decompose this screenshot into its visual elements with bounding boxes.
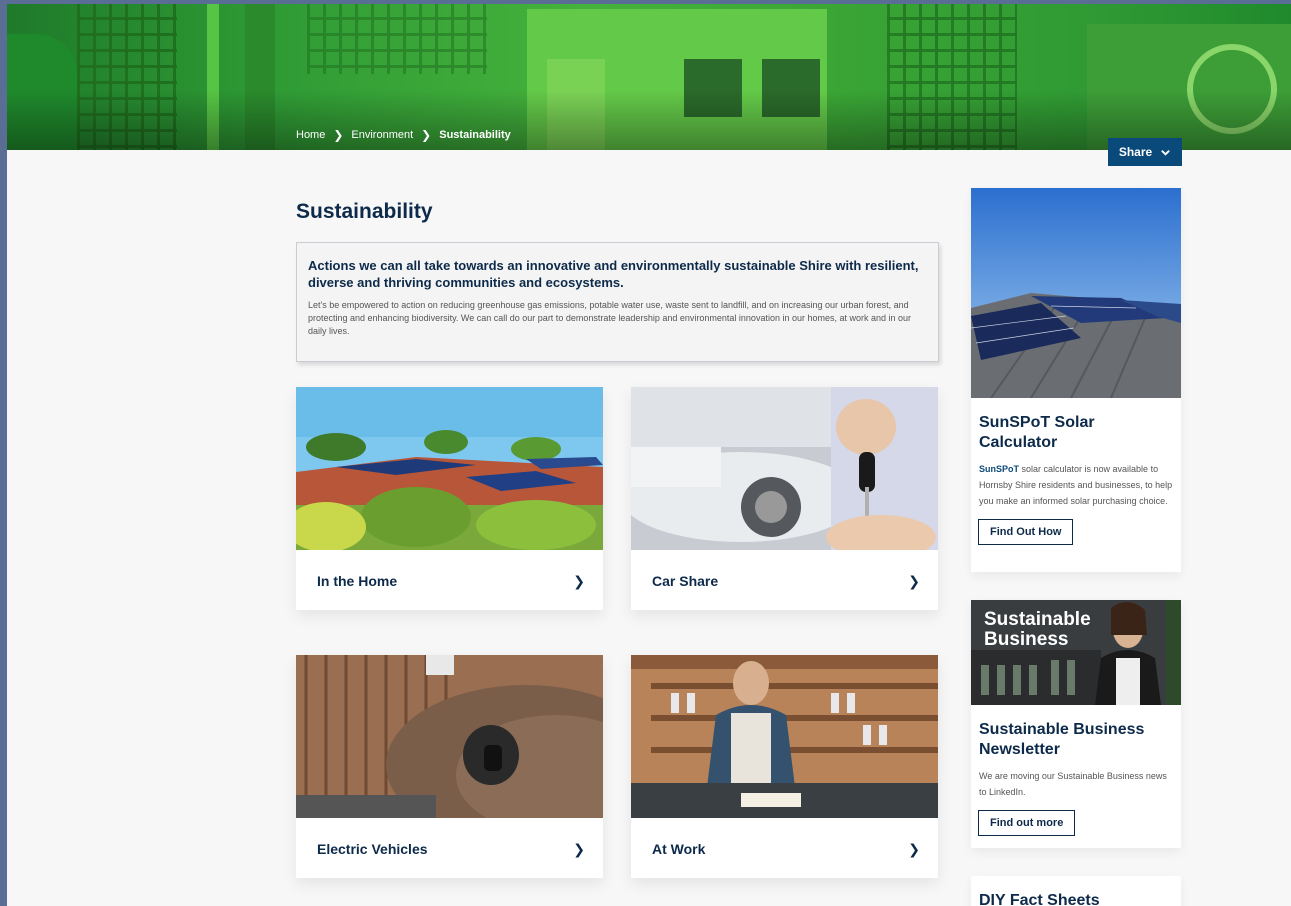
chevron-down-icon xyxy=(1161,149,1170,156)
share-label: Share xyxy=(1118,145,1153,159)
intro-box: Actions we can all take towards an innov… xyxy=(296,242,939,362)
business-card-title: Sustainable Business Newsletter xyxy=(979,721,1145,758)
chevron-right-icon: ❯ xyxy=(573,841,585,857)
diy-card-title: DIY Fact Sheets xyxy=(979,892,1100,906)
chevron-right-icon: ❯ xyxy=(333,128,344,142)
share-button[interactable]: Share xyxy=(1108,138,1182,166)
card-label: Car Share xyxy=(652,573,719,589)
rooftop-solar-image xyxy=(296,387,603,550)
chevron-right-icon: ❯ xyxy=(573,573,585,589)
intro-heading: Actions we can all take towards an innov… xyxy=(308,258,919,290)
card-car-share[interactable]: Car Share ❯ xyxy=(631,387,938,610)
find-out-how-button[interactable]: Find Out How xyxy=(978,519,1074,545)
hero-banner: Home ❯ Environment ❯ Sustainability xyxy=(7,4,1291,150)
card-in-the-home[interactable]: In the Home ❯ xyxy=(296,387,603,610)
card-label: At Work xyxy=(652,841,706,857)
image-overlay-text: Sustainable Business xyxy=(984,609,1091,650)
card-at-work[interactable]: At Work ❯ xyxy=(631,655,938,878)
breadcrumb-environment[interactable]: Environment xyxy=(351,129,413,141)
find-out-more-button[interactable]: Find out more xyxy=(978,810,1076,836)
sustainable-business-image: Sustainable Business xyxy=(971,600,1181,705)
breadcrumb-home[interactable]: Home xyxy=(296,129,325,141)
card-label: Electric Vehicles xyxy=(317,841,428,857)
page-title: Sustainability xyxy=(296,200,433,223)
intro-body: Let's be empowered to action on reducing… xyxy=(308,300,912,336)
chevron-right-icon: ❯ xyxy=(421,128,432,142)
sunspot-brand: SunSPoT xyxy=(979,464,1019,474)
ev-charging-image xyxy=(296,655,603,818)
chevron-right-icon: ❯ xyxy=(908,573,920,589)
card-electric-vehicles[interactable]: Electric Vehicles ❯ xyxy=(296,655,603,878)
page: Home ❯ Environment ❯ Sustainability Shar… xyxy=(7,4,1291,906)
cafe-worker-image xyxy=(631,655,938,818)
chevron-right-icon: ❯ xyxy=(908,841,920,857)
card-label: In the Home xyxy=(317,573,398,589)
solar-calculator-card: SunSPoT Solar Calculator SunSPoT solar c… xyxy=(971,188,1181,572)
business-card-body: We are moving our Sustainable Business n… xyxy=(979,771,1167,797)
diy-fact-sheets-card: DIY Fact Sheets xyxy=(971,876,1181,906)
car-keys-image xyxy=(631,387,938,550)
solar-card-title: SunSPoT Solar Calculator xyxy=(979,414,1095,451)
solar-card-body: SunSPoT solar calculator is now availabl… xyxy=(971,461,1181,509)
business-newsletter-card: Sustainable Business Sustainable Busines… xyxy=(971,600,1181,848)
solar-roof-image xyxy=(971,188,1181,398)
breadcrumb: Home ❯ Environment ❯ Sustainability xyxy=(296,128,511,142)
breadcrumb-current: Sustainability xyxy=(439,129,511,141)
